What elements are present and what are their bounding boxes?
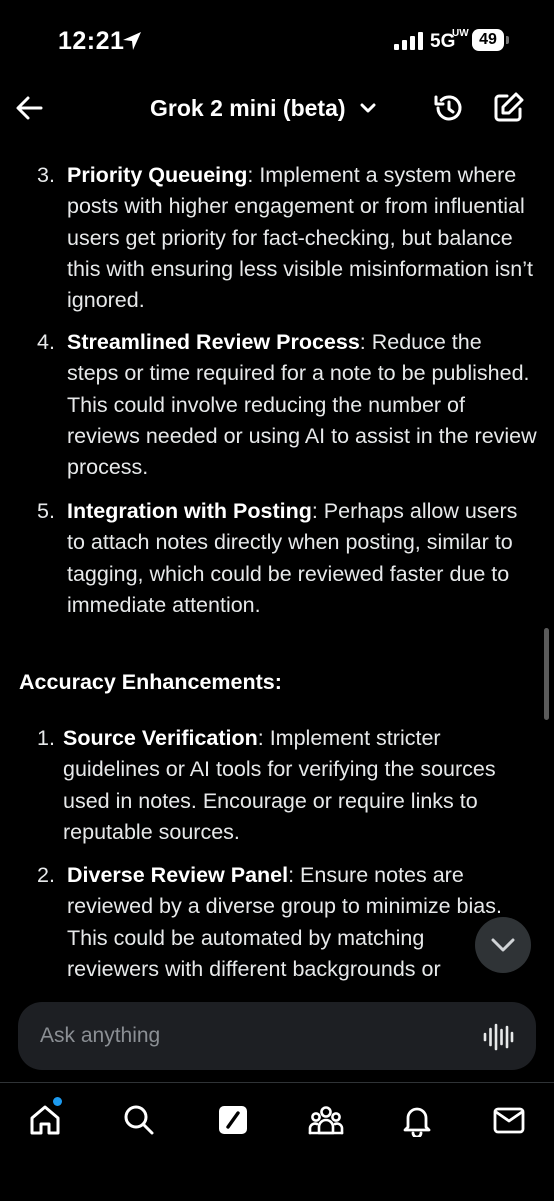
list-item-text: Streamlined Review Process: Reduce the s… (67, 327, 537, 483)
battery-indicator: 49 (472, 29, 504, 51)
list-number: 3. (37, 163, 55, 187)
page-title: Grok 2 mini (beta) (150, 94, 346, 121)
chat-content[interactable]: 3. Priority Queueing: Implement a system… (0, 132, 554, 990)
battery-tip (506, 36, 509, 44)
search-icon (124, 1105, 154, 1135)
status-bar: 12:21 5G UW 49 (0, 0, 554, 84)
nav-search[interactable] (119, 1100, 159, 1140)
list-speed: 3. Priority Queueing: Implement a system… (0, 160, 554, 626)
network-sub-label: UW (452, 28, 469, 39)
voice-waveform-icon[interactable] (482, 1021, 514, 1053)
chevron-down-icon (360, 103, 376, 113)
list-item-text: Diverse Review Panel: Ensure notes are r… (67, 860, 507, 985)
grok-icon (219, 1106, 247, 1134)
nav-grok[interactable] (213, 1100, 253, 1140)
home-icon (30, 1105, 60, 1135)
status-time: 12:21 (58, 27, 125, 55)
list-item: 1. Source Verification: Implement strict… (0, 723, 554, 860)
back-arrow-icon[interactable] (10, 90, 50, 126)
signal-icon (394, 32, 423, 50)
bottom-nav (0, 1082, 554, 1201)
list-item-title: Source Verification (63, 726, 258, 750)
list-item: 3. Priority Queueing: Implement a system… (0, 160, 554, 327)
nav-home[interactable] (25, 1100, 65, 1140)
section-heading: Accuracy Enhancements: (19, 670, 282, 694)
list-number: 5. (37, 499, 55, 523)
chevron-down-icon (491, 938, 515, 952)
list-item-title: Streamlined Review Process (67, 330, 360, 354)
communities-icon (308, 1106, 344, 1135)
list-item-title: Diverse Review Panel (67, 863, 289, 887)
list-number: 1. (37, 726, 55, 750)
list-item-text: Source Verification: Implement stricter … (63, 723, 537, 848)
scrollbar[interactable] (544, 628, 549, 720)
home-notification-dot (53, 1097, 62, 1106)
list-item-text: Integration with Posting: Perhaps allow … (67, 496, 539, 621)
list-item: 5. Integration with Posting: Perhaps all… (0, 496, 554, 626)
ask-input-container (18, 1002, 536, 1070)
list-item: 2. Diverse Review Panel: Ensure notes ar… (0, 860, 554, 990)
messages-icon (493, 1107, 525, 1134)
model-selector[interactable]: Grok 2 mini (beta) (150, 92, 376, 124)
notifications-icon (403, 1107, 431, 1137)
list-item-text: Priority Queueing: Implement a system wh… (67, 160, 537, 316)
list-accuracy: 1. Source Verification: Implement strict… (0, 723, 554, 990)
nav-notifications[interactable] (397, 1100, 437, 1140)
history-icon[interactable] (431, 90, 467, 126)
list-item: 4. Streamlined Review Process: Reduce th… (0, 327, 554, 496)
list-item-title: Integration with Posting (67, 499, 312, 523)
header: Grok 2 mini (beta) (0, 84, 554, 132)
compose-icon[interactable] (490, 90, 526, 126)
nav-communities[interactable] (306, 1100, 346, 1140)
list-item-title: Priority Queueing (67, 163, 248, 187)
nav-messages[interactable] (489, 1100, 529, 1140)
list-number: 2. (37, 863, 55, 887)
list-number: 4. (37, 330, 55, 354)
location-arrow-icon (123, 32, 141, 50)
ask-input[interactable] (40, 1002, 460, 1070)
scroll-down-button[interactable] (475, 917, 531, 973)
